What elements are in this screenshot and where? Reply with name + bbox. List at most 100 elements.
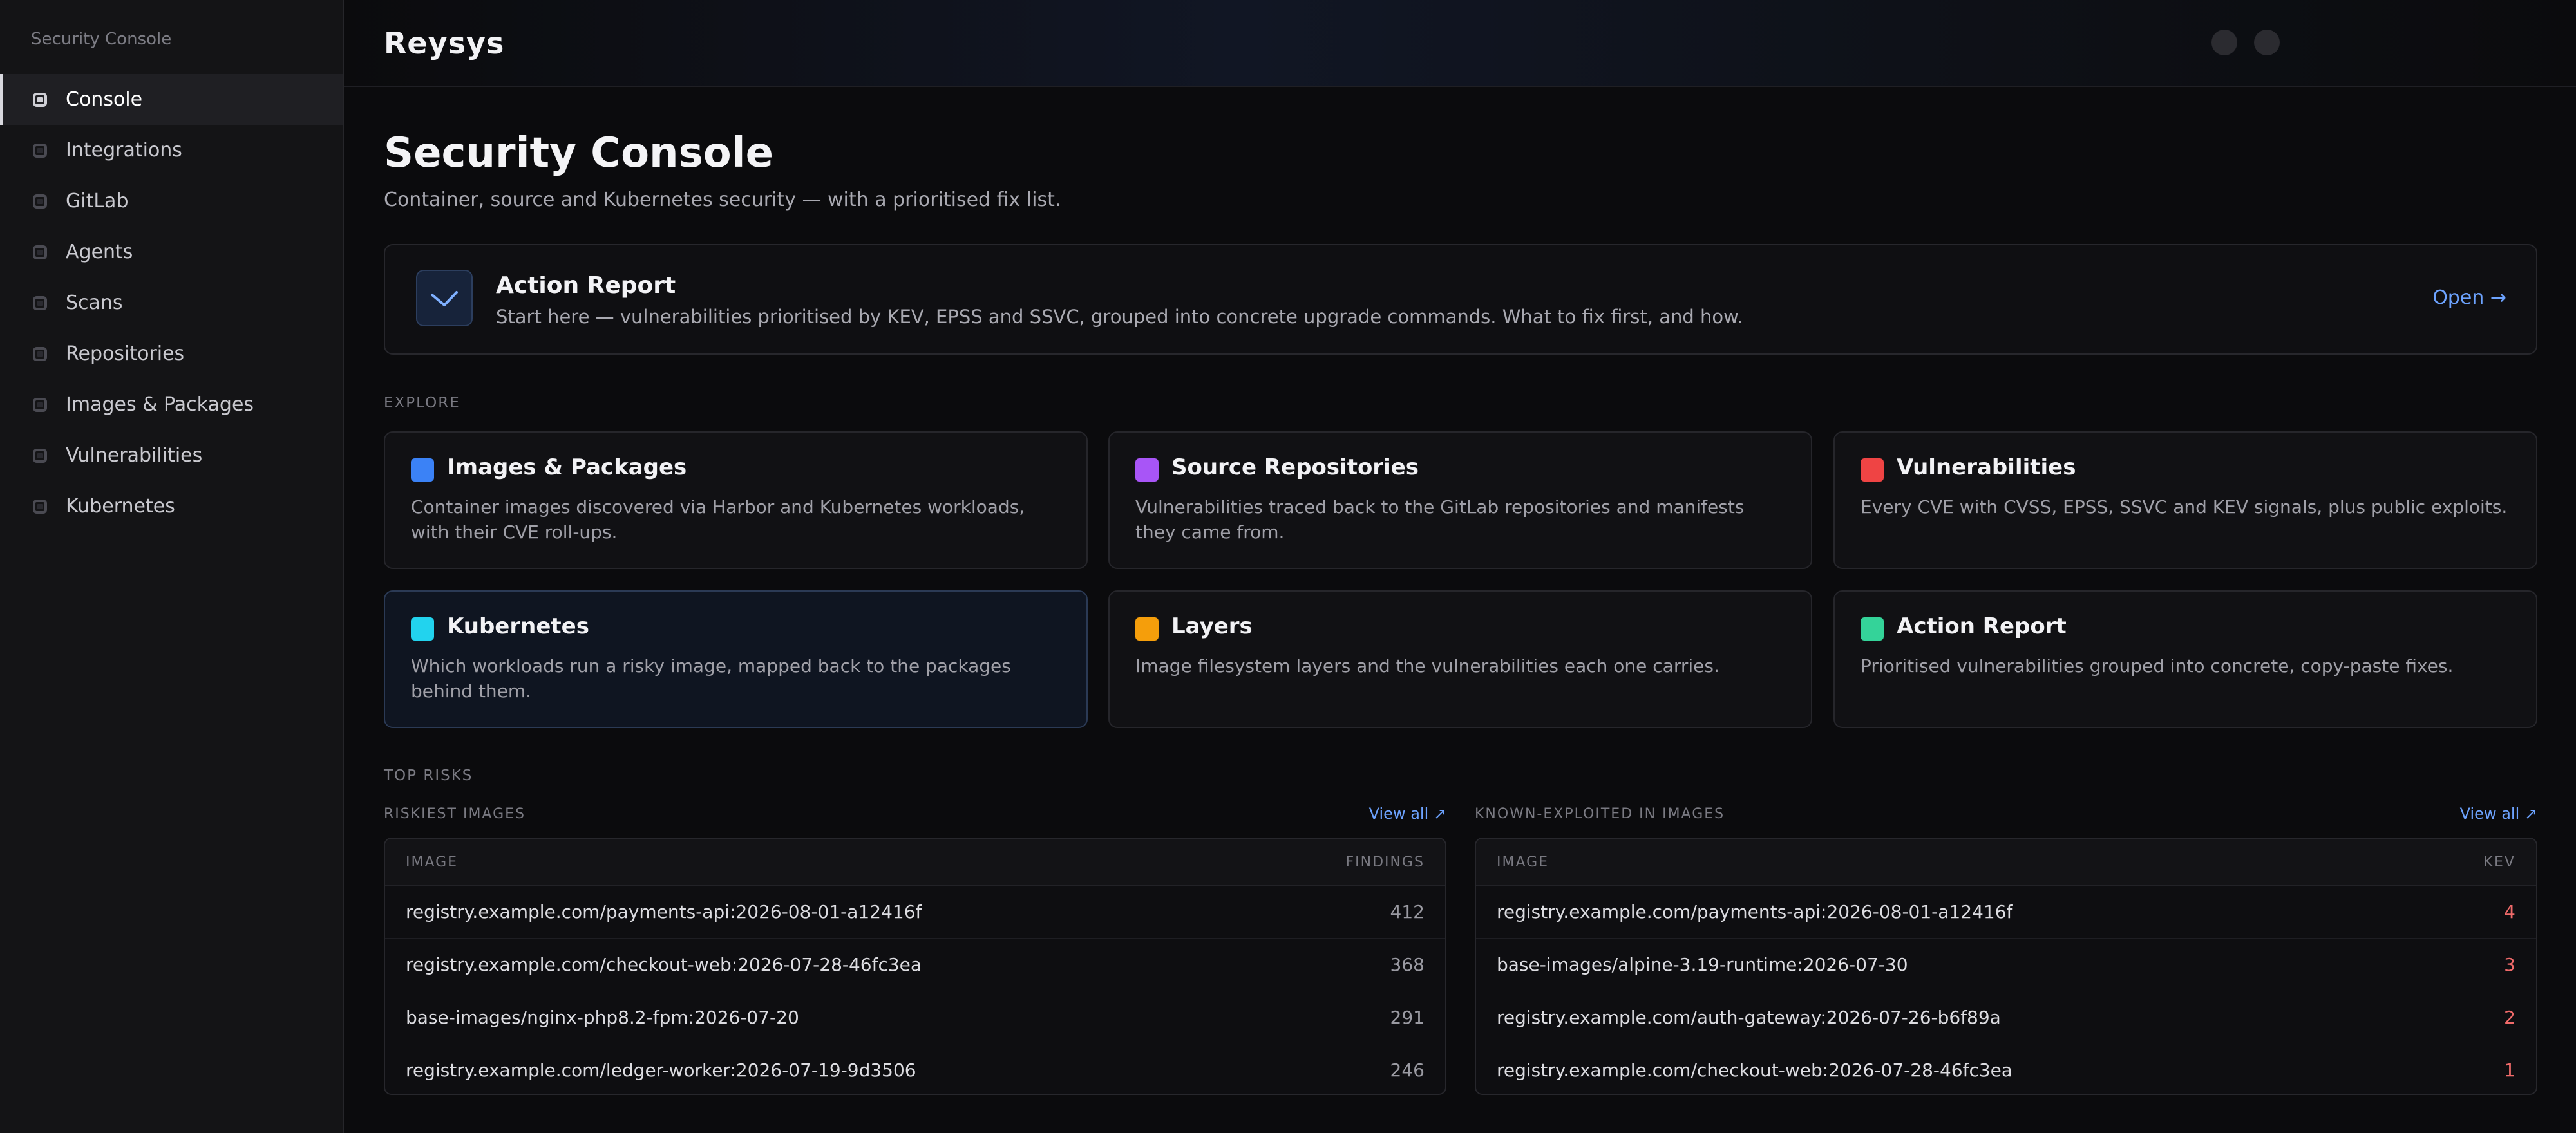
card-description: Vulnerabilities traced back to the GitLa… (1135, 496, 1745, 543)
sidebar-item-agents[interactable]: Agents (0, 227, 343, 277)
table-row[interactable]: base-images/nginx-php8.2-fpm:2026-07-20 … (385, 991, 1445, 1044)
image-name: base-images/nginx-php8.2-fpm:2026-07-20 (406, 1007, 799, 1028)
card-title: Vulnerabilities (1897, 454, 2076, 480)
square-icon (1135, 617, 1159, 641)
square-icon (1861, 617, 1884, 641)
table-row[interactable]: registry.example.com/payments-api:2026-0… (385, 886, 1445, 939)
table-row[interactable]: registry.example.com/payments-api:2026-0… (1476, 886, 2536, 939)
sidebar-item-label: Repositories (66, 342, 185, 365)
top-bar: Reysys (344, 0, 2576, 87)
check-icon (416, 270, 473, 326)
card-description: Image filesystem layers and the vulnerab… (1135, 655, 1719, 677)
findings-count: 412 (1390, 901, 1425, 922)
kev-count: 4 (2504, 901, 2515, 922)
banner-description: Start here — vulnerabilities prioritised… (496, 306, 1743, 328)
table-row[interactable]: base-images/alpine-3.19-runtime:2026-07-… (1476, 939, 2536, 991)
known-exploited-view-all-link[interactable]: View all ↗ (2460, 805, 2537, 823)
sidebar-item-integrations[interactable]: Integrations (0, 125, 343, 176)
card-layers[interactable]: Layers Image filesystem layers and the v… (1108, 590, 1812, 728)
table-row[interactable]: registry.example.com/checkout-web:2026-0… (1476, 1044, 2536, 1094)
square-icon (1135, 458, 1159, 482)
card-title: Source Repositories (1171, 454, 1419, 480)
card-kubernetes[interactable]: Kubernetes Which workloads run a risky i… (384, 590, 1088, 728)
sidebar: Security Console Console Integrations Gi… (0, 0, 344, 1133)
column-header-image: IMAGE (406, 854, 459, 870)
riskiest-view-all-link[interactable]: View all ↗ (1369, 805, 1446, 823)
table-row[interactable]: registry.example.com/checkout-web:2026-0… (385, 939, 1445, 991)
card-description: Which workloads run a risky image, mappe… (411, 655, 1011, 702)
image-name: registry.example.com/checkout-web:2026-0… (1497, 1060, 2013, 1081)
square-icon (33, 92, 47, 107)
image-name: base-images/alpine-3.19-runtime:2026-07-… (1497, 954, 1908, 975)
card-title: Layers (1171, 613, 1253, 639)
riskiest-images-heading: RISKIEST IMAGES (384, 806, 526, 822)
banner-title: Action Report (496, 272, 676, 299)
sidebar-item-label: Images & Packages (66, 393, 254, 416)
kev-count: 2 (2504, 1007, 2515, 1028)
sidebar-item-vulnerabilities[interactable]: Vulnerabilities (0, 430, 343, 481)
section-label-top-risks: TOP RISKS (384, 767, 473, 784)
table-row[interactable]: registry.example.com/auth-gateway:2026-0… (1476, 991, 2536, 1044)
image-name: registry.example.com/checkout-web:2026-0… (406, 954, 922, 975)
brand-name: Reysys (384, 26, 505, 61)
kev-count: 3 (2504, 954, 2515, 975)
sidebar-item-console[interactable]: Console (0, 74, 343, 125)
image-name: registry.example.com/auth-gateway:2026-0… (1497, 1007, 2001, 1028)
square-icon (411, 617, 434, 641)
column-header-image: IMAGE (1497, 854, 1549, 870)
column-header-findings: FINDINGS (1345, 854, 1425, 870)
image-name: registry.example.com/ledger-worker:2026-… (406, 1060, 916, 1081)
column-header-kev: KEV (2483, 854, 2515, 870)
sidebar-item-label: GitLab (66, 190, 129, 212)
card-action-report[interactable]: Action Report Prioritised vulnerabilitie… (1833, 590, 2537, 728)
card-images-packages[interactable]: Images & Packages Container images disco… (384, 431, 1088, 569)
square-icon (33, 499, 47, 514)
square-icon (33, 194, 47, 209)
sidebar-title: Security Console (31, 30, 172, 49)
card-title: Kubernetes (447, 613, 589, 639)
square-icon (33, 397, 47, 412)
findings-count: 368 (1390, 954, 1425, 975)
sidebar-item-label: Console (66, 88, 143, 111)
sidebar-item-repositories[interactable]: Repositories (0, 328, 343, 379)
card-title: Images & Packages (447, 454, 687, 480)
kev-count: 1 (2504, 1060, 2515, 1081)
open-link[interactable]: Open → (2432, 286, 2506, 309)
sidebar-item-label: Integrations (66, 139, 182, 162)
square-icon (33, 143, 47, 158)
square-icon (33, 245, 47, 259)
image-name: registry.example.com/payments-api:2026-0… (406, 901, 922, 922)
sidebar-item-scans[interactable]: Scans (0, 277, 343, 328)
card-vulnerabilities[interactable]: Vulnerabilities Every CVE with CVSS, EPS… (1833, 431, 2537, 569)
table-header: IMAGE FINDINGS (385, 839, 1445, 886)
table-row[interactable]: registry.example.com/ledger-worker:2026-… (385, 1044, 1445, 1094)
sidebar-item-label: Kubernetes (66, 495, 175, 518)
sidebar-item-images-packages[interactable]: Images & Packages (0, 379, 343, 430)
card-source-repositories[interactable]: Source Repositories Vulnerabilities trac… (1108, 431, 1812, 569)
sidebar-item-kubernetes[interactable]: Kubernetes (0, 481, 343, 532)
findings-count: 246 (1390, 1060, 1425, 1081)
square-icon (33, 448, 47, 463)
table-header: IMAGE KEV (1476, 839, 2536, 886)
findings-count: 291 (1390, 1007, 1425, 1028)
square-icon (33, 295, 47, 310)
image-name: registry.example.com/payments-api:2026-0… (1497, 901, 2013, 922)
page-subtitle: Container, source and Kubernetes securit… (384, 189, 1061, 211)
sidebar-item-gitlab[interactable]: GitLab (0, 176, 343, 227)
card-title: Action Report (1897, 613, 2067, 639)
section-label-explore: EXPLORE (384, 395, 460, 411)
circle-icon[interactable] (2254, 30, 2280, 55)
card-description: Prioritised vulnerabilities grouped into… (1861, 655, 2454, 677)
page-title: Security Console (384, 129, 773, 177)
action-report-banner[interactable]: Action Report Start here — vulnerabiliti… (384, 244, 2537, 355)
circle-icon[interactable] (2211, 30, 2237, 55)
square-icon (411, 458, 434, 482)
sidebar-item-label: Vulnerabilities (66, 444, 203, 467)
card-description: Container images discovered via Harbor a… (411, 496, 1025, 543)
known-exploited-heading: KNOWN-EXPLOITED IN IMAGES (1475, 806, 1725, 822)
card-description: Every CVE with CVSS, EPSS, SSVC and KEV … (1861, 496, 2508, 518)
riskiest-images-table: IMAGE FINDINGS registry.example.com/paym… (384, 838, 1446, 1095)
known-exploited-table: IMAGE KEV registry.example.com/payments-… (1475, 838, 2537, 1095)
sidebar-item-label: Agents (66, 241, 133, 263)
square-icon (33, 346, 47, 361)
